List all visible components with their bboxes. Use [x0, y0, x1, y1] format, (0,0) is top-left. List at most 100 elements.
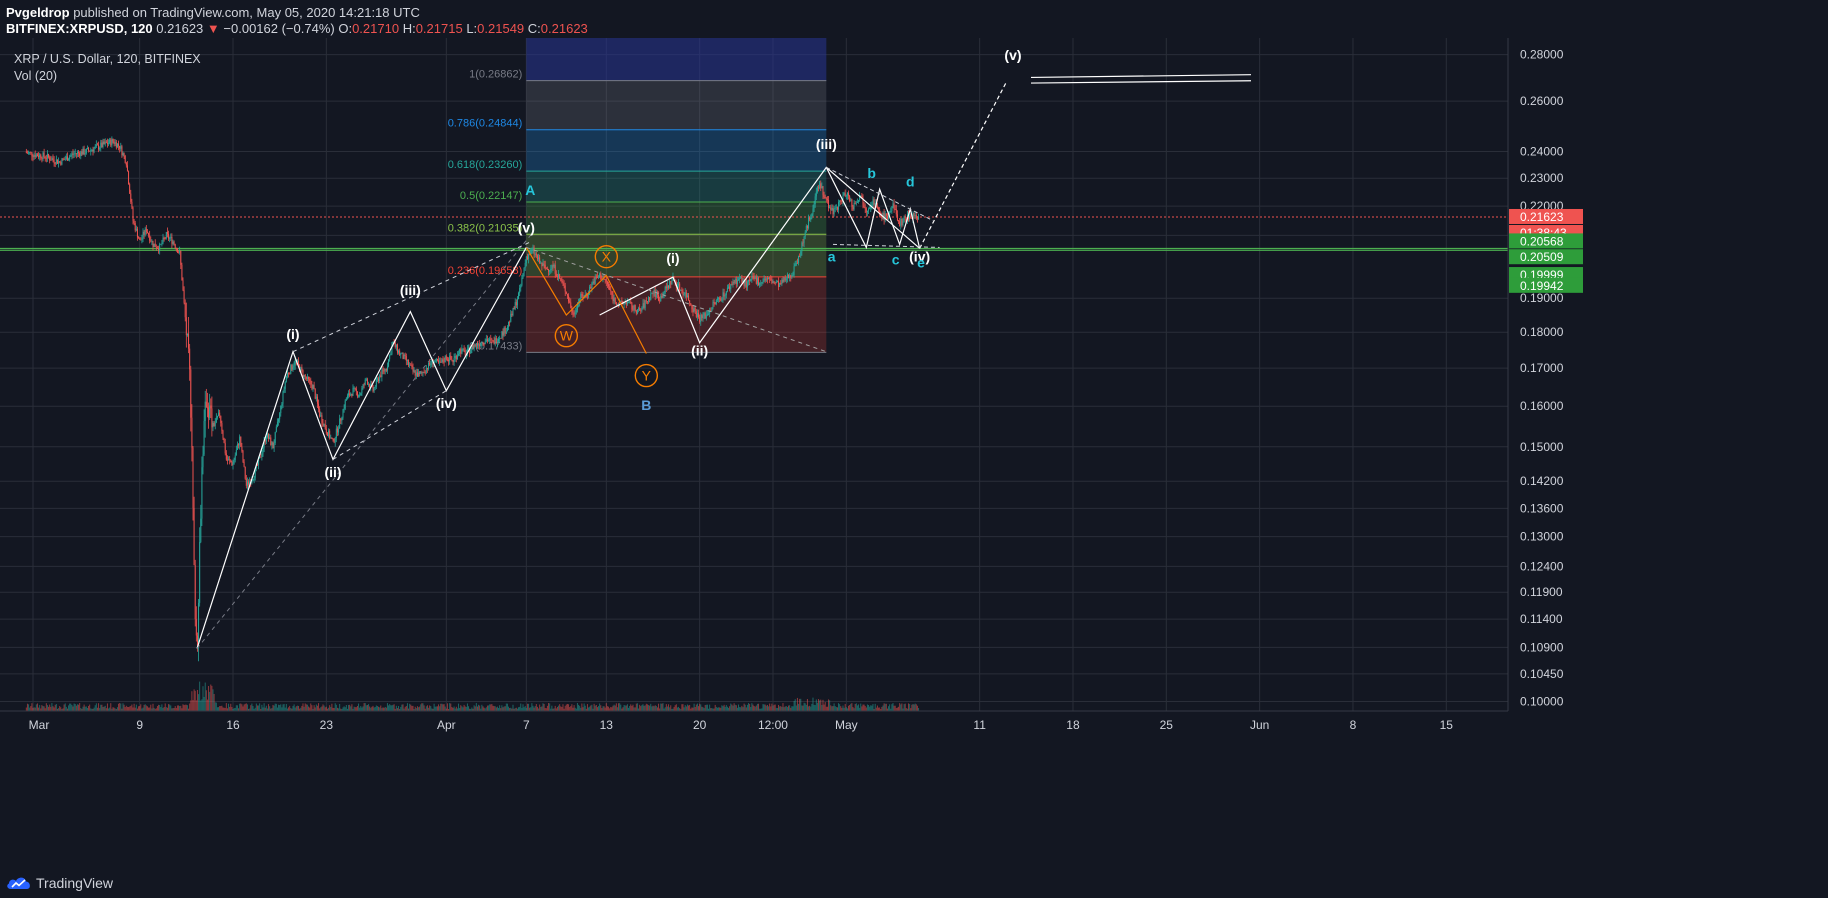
candle-body: [265, 436, 267, 442]
candle-body: [386, 366, 388, 371]
volume-bar: [164, 703, 166, 711]
candle-body: [158, 248, 160, 251]
candle-body: [575, 310, 577, 313]
volume-bar: [878, 707, 880, 711]
volume-bar: [692, 707, 694, 711]
candle-body: [866, 210, 868, 213]
candle-body: [716, 298, 718, 301]
volume-bar: [633, 707, 635, 711]
candle-body: [101, 142, 103, 148]
volume-bar: [138, 706, 140, 711]
candle-body: [446, 359, 448, 361]
volume-bar: [774, 704, 776, 711]
volume-bar: [246, 704, 248, 711]
volume-bar: [794, 699, 796, 711]
candle-body: [679, 283, 681, 291]
volume-bar: [805, 704, 807, 711]
tradingview-logo[interactable]: TradingView: [6, 875, 113, 891]
volume-bar: [632, 704, 634, 711]
candle-body: [885, 213, 887, 217]
candle-body: [474, 345, 476, 347]
candle-body: [59, 161, 61, 163]
candle-body: [895, 209, 897, 215]
candle-body: [753, 277, 755, 279]
volume-bar: [798, 703, 800, 711]
candle-body: [449, 355, 451, 362]
volume-bar: [876, 705, 878, 711]
volume-bar: [318, 703, 320, 711]
candle-body: [504, 327, 506, 334]
volume-bar: [655, 705, 657, 711]
price-chart[interactable]: 1(0.26862) 0.786(0.24844) 0.618(0.23260) 0.…: [0, 38, 1828, 868]
candle-body: [214, 422, 216, 426]
candle-body: [669, 280, 671, 288]
time-tick-label: Jun: [1250, 718, 1269, 732]
candle-body: [693, 307, 695, 312]
candle-body: [473, 345, 475, 349]
candle-body: [702, 315, 704, 318]
candle-body: [273, 442, 275, 449]
time-tick-label: 15: [1440, 718, 1454, 732]
volume-bar: [53, 707, 55, 711]
candle-body: [661, 295, 663, 298]
candle-body: [838, 202, 840, 210]
volume-bar: [566, 703, 568, 711]
candle-body: [569, 301, 571, 303]
candle-body: [913, 212, 915, 216]
volume-bar: [41, 705, 43, 711]
candle-body: [390, 354, 392, 356]
volume-bar: [298, 705, 300, 711]
candle-body: [641, 308, 643, 311]
volume-bar: [684, 705, 686, 711]
volume-bar: [589, 706, 591, 711]
volume-bar: [389, 704, 391, 711]
volume-bar: [540, 706, 542, 711]
candle-body: [379, 375, 381, 381]
candle-body: [381, 369, 383, 377]
volume-bar: [532, 705, 534, 711]
candle-body: [485, 339, 487, 342]
volume-bar: [444, 706, 446, 711]
volume-bar: [64, 703, 66, 711]
wave-label: (iii): [400, 282, 421, 298]
volume-bar: [194, 690, 196, 711]
volume-bar: [76, 704, 78, 711]
volume-bar: [826, 706, 828, 711]
volume-bar: [34, 707, 36, 711]
volume-bar: [665, 704, 667, 711]
volume-bar: [221, 705, 223, 711]
volume-bar: [84, 706, 86, 711]
volume-bar: [883, 703, 885, 711]
volume-bar: [845, 707, 847, 711]
candle-body: [453, 357, 455, 363]
candle-body: [770, 278, 772, 281]
time-tick-label: 11: [973, 718, 986, 732]
volume-bar: [192, 700, 194, 711]
candle-body: [202, 454, 204, 468]
candle-body: [186, 333, 188, 336]
volume-bar: [384, 706, 386, 711]
volume-bar: [854, 703, 856, 711]
candle-body: [82, 148, 84, 155]
volume-bar: [739, 707, 741, 711]
candle-body: [599, 273, 601, 277]
candle-body: [76, 152, 78, 154]
volume-bar: [46, 705, 48, 711]
candle-body: [404, 354, 406, 357]
candle-body: [48, 153, 50, 158]
volume-bar: [652, 705, 654, 711]
price-tick-label: 0.16000: [1520, 399, 1564, 413]
volume-bar: [443, 704, 445, 711]
volume-bar: [189, 703, 191, 711]
volume-bar: [748, 703, 750, 711]
candle-body: [142, 231, 144, 238]
candle-body: [820, 183, 822, 189]
volume-bar: [694, 707, 696, 711]
volume-bar: [898, 706, 900, 711]
candle-body: [799, 255, 801, 257]
price-tick-label: 0.28000: [1520, 48, 1564, 62]
candle-body: [595, 277, 597, 278]
volume-bar: [411, 705, 413, 711]
volume-bar: [321, 706, 323, 711]
author[interactable]: Pvgeldrop: [6, 5, 70, 20]
